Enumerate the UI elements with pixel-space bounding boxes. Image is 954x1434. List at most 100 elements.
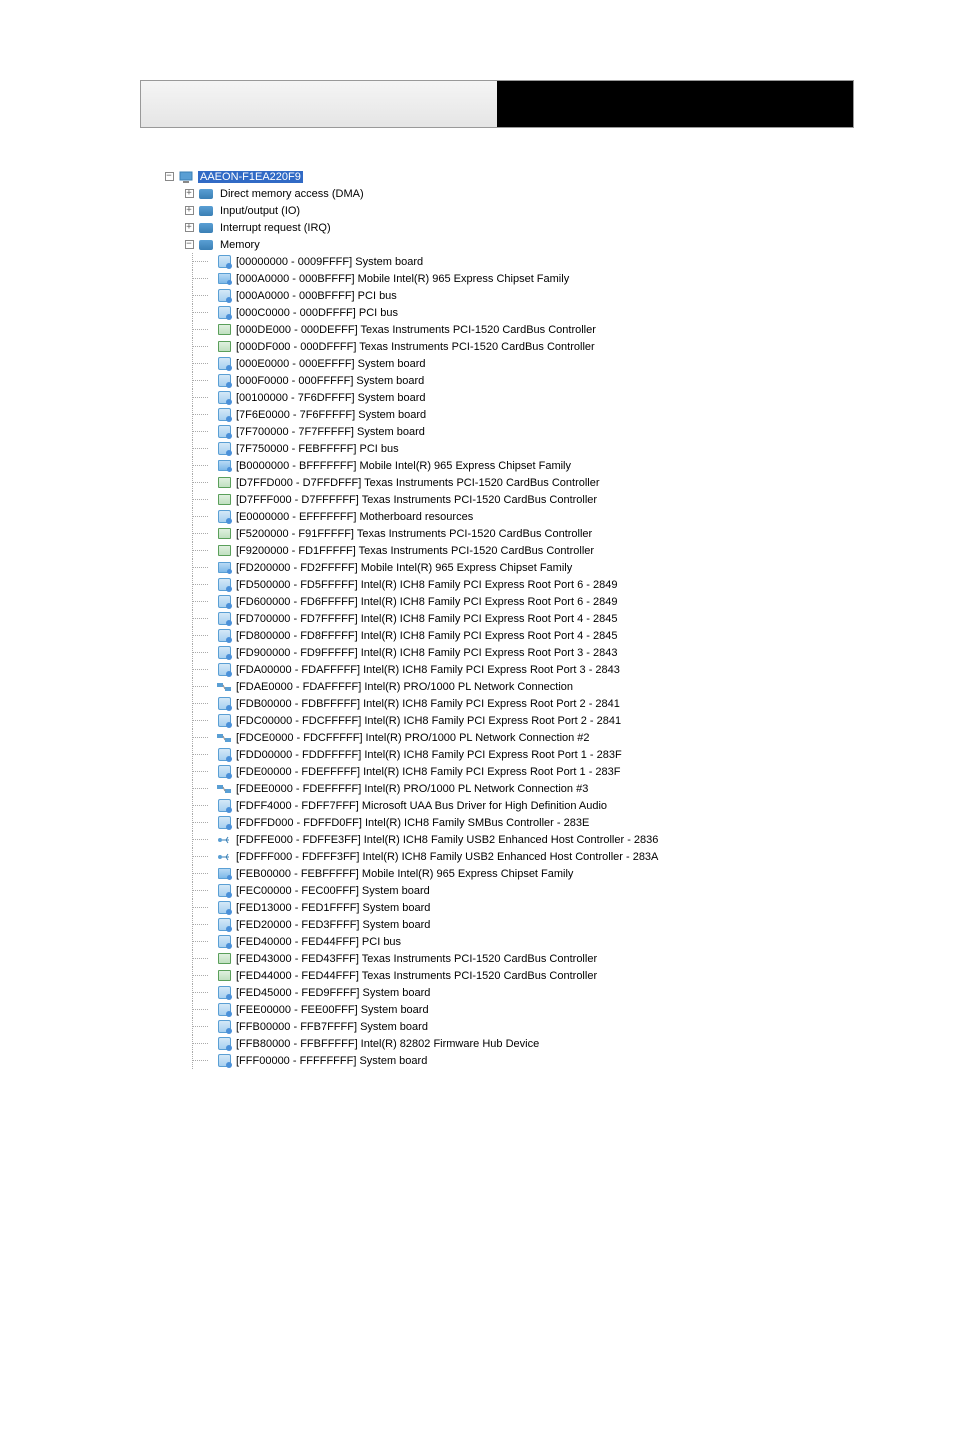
memory-resource-row[interactable]: [FED44000 - FED44FFF] Texas Instruments …: [140, 967, 954, 984]
category-label: Memory: [220, 239, 260, 251]
memory-range-label: [000A0000 - 000BFFFF] PCI bus: [236, 290, 397, 302]
category-label: Direct memory access (DMA): [220, 188, 364, 200]
memory-resource-row[interactable]: [FDFFE000 - FDFFE3FF] Intel(R) ICH8 Fami…: [140, 831, 954, 848]
memory-resource-row[interactable]: [000A0000 - 000BFFFF] Mobile Intel(R) 96…: [140, 270, 954, 287]
memory-range-label: [F9200000 - FD1FFFFF] Texas Instruments …: [236, 545, 594, 557]
memory-resource-row[interactable]: [E0000000 - EFFFFFFF] Motherboard resour…: [140, 508, 954, 525]
collapse-icon[interactable]: −: [180, 236, 198, 253]
memory-resource-row[interactable]: [FDB00000 - FDBFFFFF] Intel(R) ICH8 Fami…: [140, 695, 954, 712]
collapse-icon[interactable]: −: [160, 168, 178, 185]
pcmcia-icon: [216, 543, 232, 559]
memory-resource-row[interactable]: [B0000000 - BFFFFFFF] Mobile Intel(R) 96…: [140, 457, 954, 474]
memory-resource-row[interactable]: [F5200000 - F91FFFFF] Texas Instruments …: [140, 525, 954, 542]
tree-root-node[interactable]: − AAEON-F1EA220F9: [140, 168, 954, 185]
device-icon: [216, 1019, 232, 1035]
pcmcia-icon: [216, 475, 232, 491]
memory-range-label: [00100000 - 7F6DFFFF] System board: [236, 392, 426, 404]
memory-range-label: [7F750000 - FEBFFFFF] PCI bus: [236, 443, 399, 455]
hardware-category-icon: [198, 203, 214, 219]
memory-resource-row[interactable]: [D7FFD000 - D7FFDFFF] Texas Instruments …: [140, 474, 954, 491]
memory-resource-row[interactable]: [FFF00000 - FFFFFFFF] System board: [140, 1052, 954, 1069]
memory-resource-row[interactable]: [FDFFF000 - FDFFF3FF] Intel(R) ICH8 Fami…: [140, 848, 954, 865]
pcmcia-icon: [216, 322, 232, 338]
device-icon: [216, 815, 232, 831]
memory-resource-row[interactable]: [FED13000 - FED1FFFF] System board: [140, 899, 954, 916]
memory-range-label: [FD900000 - FD9FFFFF] Intel(R) ICH8 Fami…: [236, 647, 617, 659]
memory-resource-row[interactable]: [FEE00000 - FEE00FFF] System board: [140, 1001, 954, 1018]
memory-resource-row[interactable]: [FDAE0000 - FDAFFFFF] Intel(R) PRO/1000 …: [140, 678, 954, 695]
memory-resource-row[interactable]: [000A0000 - 000BFFFF] PCI bus: [140, 287, 954, 304]
device-icon: [216, 288, 232, 304]
memory-resource-row[interactable]: [FD900000 - FD9FFFFF] Intel(R) ICH8 Fami…: [140, 644, 954, 661]
root-label[interactable]: AAEON-F1EA220F9: [198, 171, 303, 183]
memory-range-label: [FDAE0000 - FDAFFFFF] Intel(R) PRO/1000 …: [236, 681, 573, 693]
category-label: Input/output (IO): [220, 205, 300, 217]
memory-resource-row[interactable]: [FEC00000 - FEC00FFF] System board: [140, 882, 954, 899]
memory-resource-row[interactable]: [FED43000 - FED43FFF] Texas Instruments …: [140, 950, 954, 967]
category-row[interactable]: − Memory: [140, 236, 954, 253]
memory-resource-row[interactable]: [7F700000 - 7F7FFFFF] System board: [140, 423, 954, 440]
memory-resource-row[interactable]: [FD800000 - FD8FFFFF] Intel(R) ICH8 Fami…: [140, 627, 954, 644]
hardware-category-icon: [198, 186, 214, 202]
device-icon: [216, 424, 232, 440]
device-icon: [216, 390, 232, 406]
memory-resource-row[interactable]: [000C0000 - 000DFFFF] PCI bus: [140, 304, 954, 321]
memory-range-label: [FDA00000 - FDAFFFFF] Intel(R) ICH8 Fami…: [236, 664, 620, 676]
computer-icon: [178, 169, 194, 185]
memory-resource-row[interactable]: [00000000 - 0009FFFF] System board: [140, 253, 954, 270]
expand-icon[interactable]: +: [180, 202, 198, 219]
memory-resource-row[interactable]: [FD600000 - FD6FFFFF] Intel(R) ICH8 Fami…: [140, 593, 954, 610]
device-icon: [216, 611, 232, 627]
memory-resource-row[interactable]: [FD700000 - FD7FFFFF] Intel(R) ICH8 Fami…: [140, 610, 954, 627]
memory-resource-row[interactable]: [FDCE0000 - FDCFFFFF] Intel(R) PRO/1000 …: [140, 729, 954, 746]
device-icon: [216, 577, 232, 593]
memory-resource-row[interactable]: [FEB00000 - FEBFFFFF] Mobile Intel(R) 96…: [140, 865, 954, 882]
category-row[interactable]: + Input/output (IO): [140, 202, 954, 219]
category-row[interactable]: +Interrupt request (IRQ): [140, 219, 954, 236]
memory-resource-row[interactable]: [FDEE0000 - FDEFFFFF] Intel(R) PRO/1000 …: [140, 780, 954, 797]
memory-range-label: [7F6E0000 - 7F6FFFFF] System board: [236, 409, 426, 421]
memory-resource-row[interactable]: [D7FFF000 - D7FFFFFF] Texas Instruments …: [140, 491, 954, 508]
device-icon: [216, 662, 232, 678]
memory-resource-row[interactable]: [FDFF4000 - FDFF7FFF] Microsoft UAA Bus …: [140, 797, 954, 814]
memory-resource-row[interactable]: [000E0000 - 000EFFFF] System board: [140, 355, 954, 372]
device-icon: [216, 900, 232, 916]
memory-resource-row[interactable]: [7F6E0000 - 7F6FFFFF] System board: [140, 406, 954, 423]
memory-resource-row[interactable]: [FED45000 - FED9FFFF] System board: [140, 984, 954, 1001]
memory-resource-row[interactable]: [00100000 - 7F6DFFFF] System board: [140, 389, 954, 406]
memory-range-label: [D7FFD000 - D7FFDFFF] Texas Instruments …: [236, 477, 600, 489]
memory-resource-row[interactable]: [FDC00000 - FDCFFFFF] Intel(R) ICH8 Fami…: [140, 712, 954, 729]
network-adapter-icon: [216, 679, 232, 695]
device-icon: [216, 645, 232, 661]
memory-resource-row[interactable]: [FDD00000 - FDDFFFFF] Intel(R) ICH8 Fami…: [140, 746, 954, 763]
memory-resource-row[interactable]: [000DE000 - 000DEFFF] Texas Instruments …: [140, 321, 954, 338]
memory-resource-row[interactable]: [F9200000 - FD1FFFFF] Texas Instruments …: [140, 542, 954, 559]
memory-range-label: [FDCE0000 - FDCFFFFF] Intel(R) PRO/1000 …: [236, 732, 590, 744]
memory-resource-row[interactable]: [7F750000 - FEBFFFFF] PCI bus: [140, 440, 954, 457]
memory-range-label: [000C0000 - 000DFFFF] PCI bus: [236, 307, 398, 319]
memory-resource-row[interactable]: [FED20000 - FED3FFFF] System board: [140, 916, 954, 933]
device-tree-container: − AAEON-F1EA220F9 + Direct memory access …: [140, 168, 954, 1069]
memory-range-label: [00000000 - 0009FFFF] System board: [236, 256, 423, 268]
memory-resource-row[interactable]: [FDFFD000 - FDFFD0FF] Intel(R) ICH8 Fami…: [140, 814, 954, 831]
expand-icon[interactable]: +: [180, 219, 198, 236]
header-right-panel: [497, 81, 853, 127]
memory-range-label: [FD200000 - FD2FFFFF] Mobile Intel(R) 96…: [236, 562, 572, 574]
memory-resource-row[interactable]: [FFB00000 - FFB7FFFF] System board: [140, 1018, 954, 1035]
memory-resource-row[interactable]: [FFB80000 - FFBFFFFF] Intel(R) 82802 Fir…: [140, 1035, 954, 1052]
memory-range-label: [FDFFF000 - FDFFF3FF] Intel(R) ICH8 Fami…: [236, 851, 658, 863]
memory-resource-row[interactable]: [FED40000 - FED44FFF] PCI bus: [140, 933, 954, 950]
memory-resource-row[interactable]: [000F0000 - 000FFFFF] System board: [140, 372, 954, 389]
memory-range-label: [FED43000 - FED43FFF] Texas Instruments …: [236, 953, 597, 965]
expand-icon[interactable]: +: [180, 185, 198, 202]
memory-resource-row[interactable]: [FDE00000 - FDEFFFFF] Intel(R) ICH8 Fami…: [140, 763, 954, 780]
memory-resource-row[interactable]: [FD200000 - FD2FFFFF] Mobile Intel(R) 96…: [140, 559, 954, 576]
device-icon: [216, 356, 232, 372]
memory-resource-row[interactable]: [FD500000 - FD5FFFFF] Intel(R) ICH8 Fami…: [140, 576, 954, 593]
memory-resource-row[interactable]: [FDA00000 - FDAFFFFF] Intel(R) ICH8 Fami…: [140, 661, 954, 678]
category-row[interactable]: + Direct memory access (DMA): [140, 185, 954, 202]
memory-resource-row[interactable]: [000DF000 - 000DFFFF] Texas Instruments …: [140, 338, 954, 355]
device-icon: [216, 509, 232, 525]
device-icon: [216, 254, 232, 270]
device-icon: [216, 594, 232, 610]
